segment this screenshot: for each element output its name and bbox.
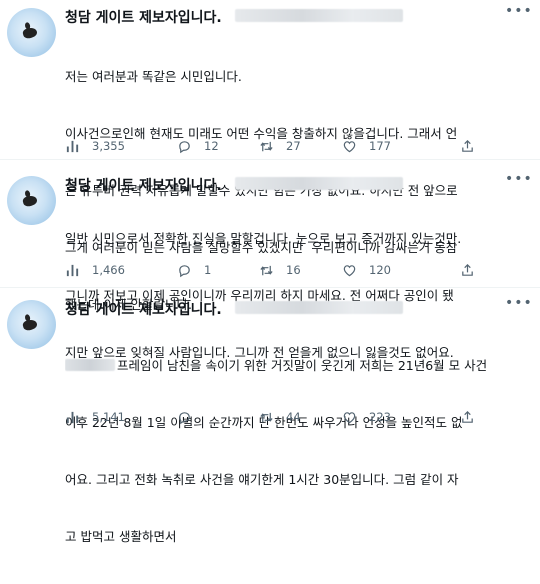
retweet-count: 27 bbox=[286, 139, 301, 153]
avatar[interactable] bbox=[7, 176, 56, 225]
tweet-actions: 3,355 12 27 177 bbox=[65, 137, 535, 155]
text-line: 고 밥먹고 생활하면서 bbox=[65, 529, 177, 544]
like-button[interactable]: 223 bbox=[342, 408, 391, 426]
redacted-handle bbox=[235, 177, 403, 190]
retweet-icon bbox=[260, 412, 273, 422]
reply-button[interactable]: 12 bbox=[177, 137, 219, 155]
reply-icon bbox=[179, 411, 190, 424]
more-options-icon[interactable]: ••• bbox=[505, 296, 532, 314]
views-button[interactable]: 5,141 bbox=[65, 408, 125, 426]
reply-count: 1 bbox=[204, 263, 212, 277]
retweet-button[interactable]: 44 bbox=[259, 408, 301, 426]
like-button[interactable]: 120 bbox=[342, 261, 391, 279]
like-count: 177 bbox=[369, 139, 391, 153]
tweet-1[interactable]: 청담 게이트 제보자입니다. ••• 저는 여러분과 똑같은 시민입니다. 이사… bbox=[0, 0, 540, 312]
redacted-handle bbox=[235, 9, 403, 22]
share-button[interactable] bbox=[460, 137, 487, 155]
reply-icon bbox=[179, 140, 190, 153]
retweet-icon bbox=[260, 141, 273, 151]
avatar[interactable] bbox=[7, 300, 56, 349]
views-icon bbox=[66, 264, 79, 276]
reply-icon bbox=[179, 264, 190, 277]
text-line: 어요. 그리고 전화 녹취로 사건을 얘기한게 1시간 30분입니다. 그럼 같… bbox=[65, 472, 459, 487]
more-options-icon[interactable]: ••• bbox=[505, 4, 532, 22]
share-icon bbox=[462, 263, 473, 276]
author-name[interactable]: 청담 게이트 제보자입니다. bbox=[65, 7, 222, 27]
retweet-icon bbox=[260, 265, 273, 275]
tweet-actions: 5,141 44 223 bbox=[65, 408, 535, 426]
share-button[interactable] bbox=[460, 261, 487, 279]
views-button[interactable]: 1,466 bbox=[65, 261, 125, 279]
text-line: 프레임이 남친을 속이기 위한 거짓말이 웃긴게 저희는 21년6월 모 사건 bbox=[65, 356, 529, 375]
views-count: 5,141 bbox=[92, 410, 125, 424]
retweet-button[interactable]: 16 bbox=[259, 261, 301, 279]
author-name[interactable]: 청담 게이트 제보자입니다. bbox=[65, 299, 222, 319]
heart-icon bbox=[343, 264, 356, 276]
like-button[interactable]: 177 bbox=[342, 137, 391, 155]
text-line: 일반 시민으로서 정확한 진실을 말할겁니다. 눈으로 보고 증거까지 있는것만… bbox=[65, 231, 462, 246]
reply-button[interactable] bbox=[177, 408, 204, 426]
views-count: 3,355 bbox=[92, 139, 125, 153]
views-count: 1,466 bbox=[92, 263, 125, 277]
retweet-count: 16 bbox=[286, 263, 301, 277]
more-options-icon[interactable]: ••• bbox=[505, 172, 532, 190]
tweet-3[interactable]: 청담 게이트 제보자입니다. ••• 프레임이 남친을 속이기 위한 거짓말이 … bbox=[0, 292, 540, 544]
text-line: 저는 여러분과 똑같은 시민입니다. bbox=[65, 69, 242, 84]
redacted-name bbox=[65, 359, 115, 371]
views-icon bbox=[66, 411, 79, 423]
tweet-actions: 1,466 1 16 120 bbox=[65, 261, 535, 279]
heart-icon bbox=[343, 140, 356, 152]
like-count: 223 bbox=[369, 410, 391, 424]
views-icon bbox=[66, 140, 79, 152]
views-button[interactable]: 3,355 bbox=[65, 137, 125, 155]
avatar[interactable] bbox=[7, 8, 56, 57]
reply-count: 12 bbox=[204, 139, 219, 153]
retweet-count: 44 bbox=[286, 410, 301, 424]
reply-button[interactable]: 1 bbox=[177, 261, 211, 279]
tweet-text: 프레임이 남친을 속이기 위한 거짓말이 웃긴게 저희는 21년6월 모 사건 … bbox=[65, 318, 529, 584]
share-button[interactable] bbox=[460, 408, 487, 426]
share-icon bbox=[462, 139, 473, 152]
redacted-handle bbox=[235, 301, 403, 314]
text-fragment: 프레임이 남친을 속이기 위한 거짓말이 웃긴게 저희는 21년6월 모 사건 bbox=[117, 358, 488, 373]
heart-icon bbox=[343, 411, 356, 423]
tweet-2[interactable]: 청담 게이트 제보자입니다. ••• 일반 시민으로서 정확한 진실을 말할겁니… bbox=[0, 168, 540, 360]
share-icon bbox=[462, 410, 473, 423]
retweet-button[interactable]: 27 bbox=[259, 137, 301, 155]
like-count: 120 bbox=[369, 263, 391, 277]
